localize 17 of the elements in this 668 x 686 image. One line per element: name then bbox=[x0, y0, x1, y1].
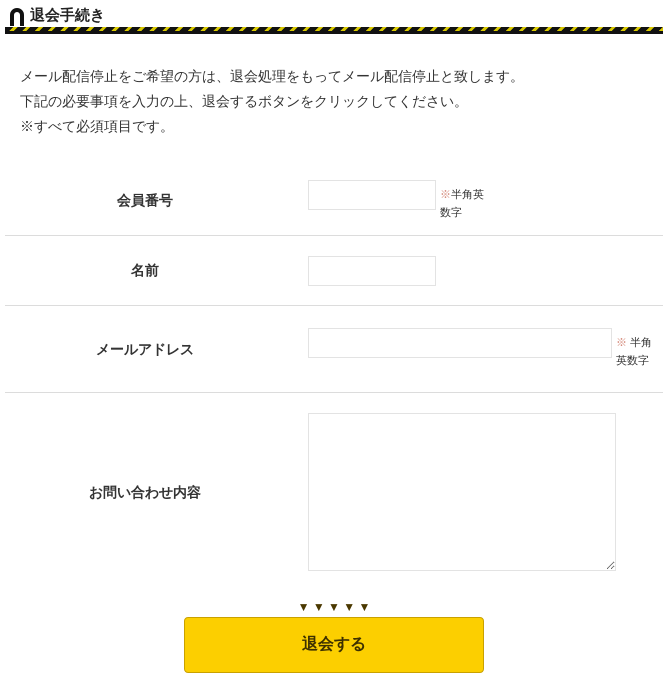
intro-text: ※すべて必須項目です。 bbox=[20, 117, 175, 136]
note-text: ※ 半角英数字 bbox=[616, 336, 654, 369]
textarea-field[interactable] bbox=[308, 413, 616, 571]
arrow-marks: ▼ ▼ ▼ ▼ ▼ bbox=[298, 600, 370, 614]
input-field[interactable] bbox=[308, 256, 436, 286]
input-field[interactable] bbox=[308, 180, 436, 210]
submit-button[interactable]: 退会する bbox=[184, 617, 484, 673]
intro-text: メール配信停止をご希望の方は、退会処理をもってメール配信停止と致します。 bbox=[20, 67, 525, 86]
field-label: お問い合わせ内容 bbox=[89, 482, 201, 502]
intro-text: 下記の必要事項を入力の上、退会するボタンをクリックしてください。 bbox=[20, 92, 469, 111]
field-label: メールアドレス bbox=[96, 340, 194, 358]
horseshoe-icon bbox=[8, 6, 26, 26]
field-label: 名前 bbox=[131, 261, 159, 280]
field-label: 会員番号 bbox=[117, 191, 173, 210]
input-field[interactable] bbox=[308, 328, 612, 358]
note-text: ※半角英数字 bbox=[440, 188, 484, 220]
section-title: 退会手続き bbox=[30, 6, 105, 26]
